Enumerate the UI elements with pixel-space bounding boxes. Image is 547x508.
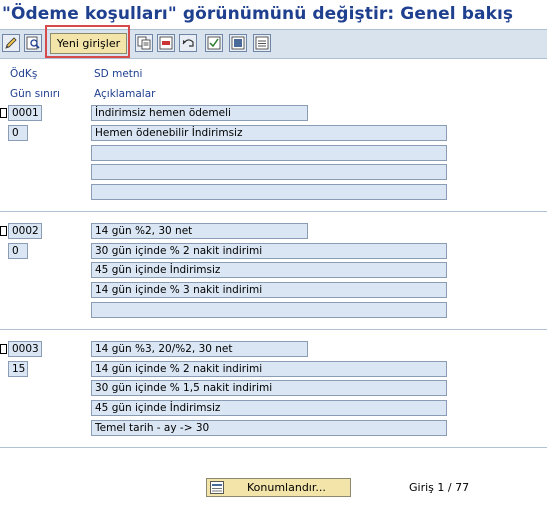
details-icon[interactable] [24,34,42,52]
position-button-label: Konumlandır... [247,481,326,494]
entry-counter: Giriş 1 / 77 [409,481,469,494]
description-field[interactable] [91,302,447,318]
position-button[interactable]: Konumlandır... [206,478,351,497]
row-select-checkbox[interactable] [0,344,7,354]
edit-icon[interactable] [2,34,20,52]
sd-text-field[interactable]: İndirimsiz hemen ödemeli [91,105,308,121]
select-all-icon[interactable] [205,34,223,52]
description-field[interactable]: 14 gün içinde % 3 nakit indirimi [91,282,447,298]
group-separator [0,211,547,212]
description-field[interactable] [91,164,447,180]
sd-text-field[interactable]: 14 gün %3, 20/%2, 30 net [91,341,308,357]
description-field[interactable]: 30 gün içinde % 2 nakit indirimi [91,243,447,259]
description-field[interactable]: Temel tarih - ay -> 30 [91,420,447,436]
day-limit-field[interactable]: 0 [8,125,28,141]
payment-term-code[interactable]: 0003 [8,341,42,357]
description-field[interactable]: 30 gün içinde % 1,5 nakit indirimi [91,380,447,396]
row-select-checkbox[interactable] [0,226,7,236]
description-field[interactable] [91,184,447,200]
description-field[interactable]: 45 gün içinde İndirimsiz [91,400,447,416]
copy-icon[interactable] [135,34,153,52]
entry-label: Giriş [409,481,434,494]
entry-value: 1 / 77 [437,481,470,494]
group-separator [0,447,547,448]
sd-text-field[interactable]: 14 gün %2, 30 net [91,223,308,239]
group-separator [0,329,547,330]
payment-term-code[interactable]: 0002 [8,223,42,239]
delete-icon[interactable] [157,34,175,52]
day-limit-field[interactable]: 15 [8,361,28,377]
payment-term-header: ÖdKş [10,68,38,80]
deselect-all-icon[interactable] [253,34,271,52]
day-limit-header: Gün sınırı [10,88,60,100]
day-limit-field[interactable]: 0 [8,243,28,259]
position-icon [210,481,224,494]
description-field[interactable]: 14 gün içinde % 2 nakit indirimi [91,361,447,377]
description-field[interactable]: 45 gün içinde İndirimsiz [91,262,447,278]
descriptions-header: Açıklamalar [94,88,156,100]
select-block-icon[interactable] [229,34,247,52]
page-title: "Ödeme koşulları" görünümünü değiştir: G… [2,4,514,24]
description-field[interactable] [91,145,447,161]
undo-icon[interactable] [179,34,197,52]
new-entries-button[interactable]: Yeni girişler [50,33,127,54]
row-select-checkbox[interactable] [0,108,7,118]
payment-term-code[interactable]: 0001 [8,105,42,121]
sd-text-header: SD metni [94,68,143,80]
description-field[interactable]: Hemen ödenebilir İndirimsiz [91,125,447,141]
